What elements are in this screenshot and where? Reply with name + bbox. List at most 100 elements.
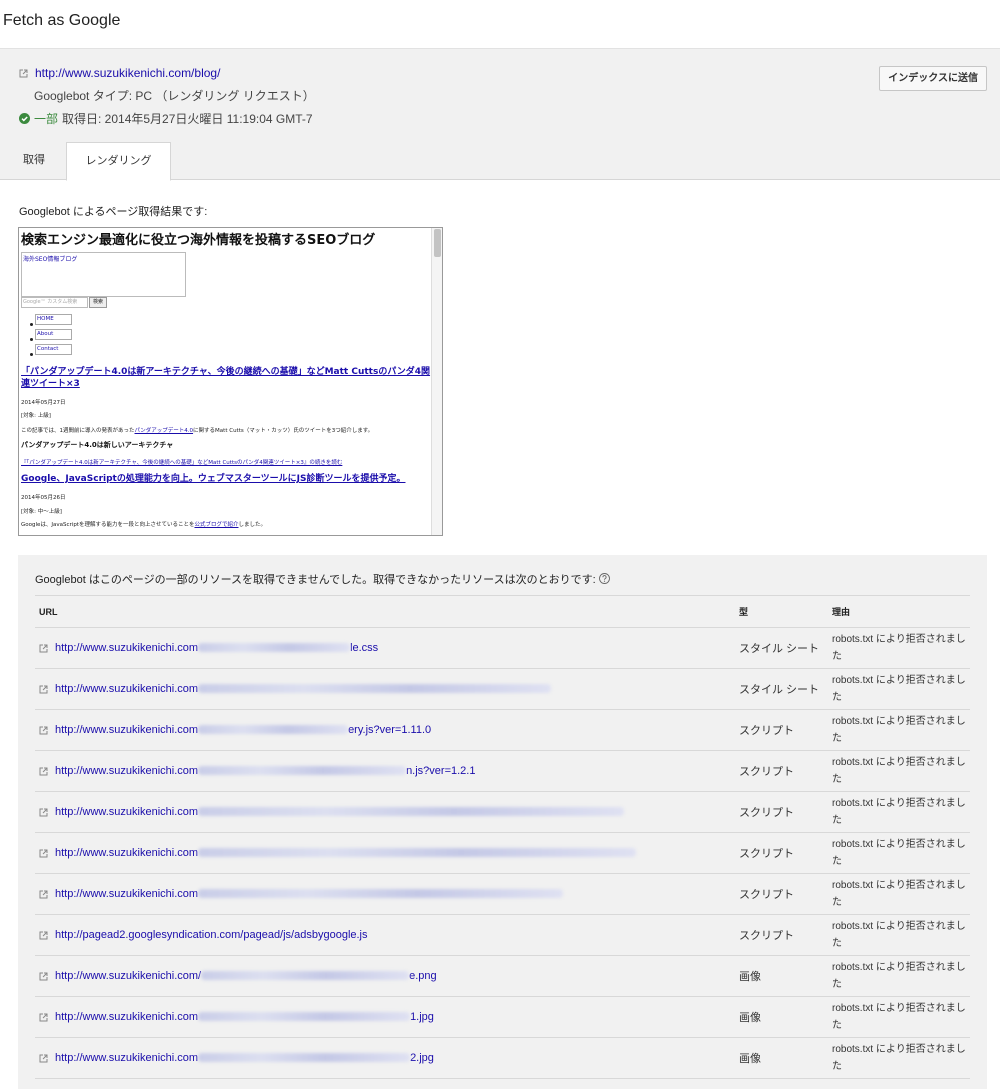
redacted-url-segment — [198, 807, 625, 816]
resource-url-suffix: ery.js?ver=1.11.0 — [348, 724, 432, 736]
fetched-url-link[interactable]: http://www.suzukikenichi.com/blog/ — [35, 66, 220, 80]
resource-url-link[interactable]: http://www.suzukikenichi.com ery.js?ver=1… — [55, 724, 431, 736]
resource-url-prefix: http://www.suzukikenichi.com — [55, 847, 199, 859]
redacted-url-segment — [198, 1053, 411, 1062]
resource-url-prefix: http://pagead2.googlesyndication.com/pag… — [55, 929, 368, 941]
resource-reason-cell: robots.txt により拒否されました — [832, 709, 970, 751]
preview-bullet — [30, 353, 33, 356]
preview-post-title: Google、JavaScriptの処理能力を向上。ウェブマスターツールにJS診… — [21, 474, 406, 484]
page-title: Fetch as Google — [3, 12, 121, 29]
resource-reason-cell: robots.txt により拒否されました — [832, 750, 970, 792]
column-header-url: URL — [35, 595, 739, 628]
external-link-icon[interactable] — [39, 931, 48, 940]
resource-url-prefix: http://www.suzukikenichi.com — [55, 888, 199, 900]
fetch-summary-panel: http://www.suzukikenichi.com/blog/ Googl… — [0, 48, 1000, 181]
fetch-date: 取得日: 2014年5月27日火曜日 11:19:04 GMT-7 — [62, 112, 313, 126]
resource-reason-cell: robots.txt により拒否されました — [832, 996, 970, 1038]
resource-reason-cell: robots.txt により拒否されました — [832, 791, 970, 833]
external-link-icon[interactable] — [39, 644, 48, 653]
preview-nav-item: About — [35, 329, 72, 340]
resource-url-link[interactable]: http://www.suzukikenichi.com/e.png — [55, 970, 437, 982]
table-row: http://www.suzukikenichi.com 1.jpg 画像 robot… — [35, 996, 970, 1038]
resource-url-prefix: http://www.suzukikenichi.com — [55, 806, 199, 818]
external-link-icon[interactable] — [39, 726, 48, 735]
external-link-icon[interactable] — [39, 808, 48, 817]
preview-body-link: 公式ブログで紹介 — [194, 522, 239, 528]
preview-nav-item: Contact — [35, 344, 72, 355]
external-link-icon[interactable] — [39, 685, 48, 694]
resource-type-cell: スクリプト — [739, 750, 832, 792]
resource-type-cell: スクリプト — [739, 914, 832, 956]
resource-url-cell: http://www.suzukikenichi.com/e.png — [35, 955, 739, 997]
resource-url-cell: http://www.suzukikenichi.com — [35, 668, 739, 710]
preview-read-more: 『「パンダアップデート4.0は新アーキテクチャ、今後の継続への基礎」などMatt… — [21, 460, 343, 466]
preview-post-date: 2014年05月26日 — [21, 495, 66, 501]
resource-url-cell: http://www.suzukikenichi.com 1.jpg — [35, 996, 739, 1038]
external-link-icon[interactable] — [39, 890, 48, 899]
resource-url-link[interactable]: http://www.suzukikenichi.com — [55, 806, 625, 818]
redacted-url-segment — [198, 725, 349, 734]
resource-url-link[interactable]: http://www.suzukikenichi.com le.css — [55, 642, 378, 654]
help-circle-icon[interactable] — [598, 573, 610, 584]
resource-url-link[interactable]: http://www.suzukikenichi.com — [55, 888, 564, 900]
preview-scroll-thumb[interactable] — [434, 229, 441, 257]
fetch-status: 一部 取得日: 2014年5月27日火曜日 11:19:04 GMT-7 — [19, 110, 313, 127]
preview-post-body: この記事では、1週間前に導入の発表があったパンダアップデート4.0に関するMat… — [21, 426, 373, 434]
resource-type-cell: 画像 — [739, 996, 832, 1038]
preview-body-text: Googleは、JavaScriptを理解する能力を一段と向上させていることを — [21, 522, 195, 528]
submit-to-index-button[interactable]: インデックスに送信 — [879, 66, 987, 91]
resource-url-cell: http://www.suzukikenichi.com n.js?ver=1.2… — [35, 750, 739, 792]
rendered-page-preview: 検索エンジン最適化に役立つ海外情報を投稿するSEOブログ 海外SEO情報ブログ … — [18, 227, 443, 536]
preview-post-body: Googleは、JavaScriptを理解する能力を一段と向上させていることを公… — [21, 520, 266, 528]
external-link-icon[interactable] — [39, 849, 48, 858]
resource-reason-cell: robots.txt により拒否されました — [832, 955, 970, 997]
table-row: http://pagead2.googlesyndication.com/pag… — [35, 914, 970, 956]
preview-body-text: しました。 — [238, 522, 266, 528]
preview-banner-text: 海外SEO情報ブログ — [23, 256, 78, 263]
resource-type-cell: スクリプト — [739, 832, 832, 874]
table-row: http://www.suzukikenichi.com スクリプト robots.… — [35, 873, 970, 915]
resource-url-cell: http://pagead2.googlesyndication.com/pag… — [35, 914, 739, 956]
resource-url-suffix: le.css — [350, 642, 379, 654]
table-row: http://www.suzukikenichi.com le.css スタイル シ… — [35, 627, 970, 669]
blocked-resources-table: URL 型 理由 http://www.suzukikenichi.com le.… — [35, 595, 970, 1079]
resource-url-link[interactable]: http://www.suzukikenichi.com — [55, 847, 637, 859]
resource-url-link[interactable]: http://pagead2.googlesyndication.com/pag… — [55, 929, 368, 941]
resource-url-suffix: 2.jpg — [410, 1052, 434, 1064]
resource-url-link[interactable]: http://www.suzukikenichi.com n.js?ver=1.2… — [55, 765, 475, 777]
resource-url-prefix: http://www.suzukikenichi.com — [55, 642, 199, 654]
external-link-icon[interactable] — [19, 69, 28, 78]
external-link-icon[interactable] — [39, 972, 48, 981]
resource-url-prefix: http://www.suzukikenichi.com — [55, 1052, 199, 1064]
redacted-url-segment — [198, 889, 564, 898]
external-link-icon[interactable] — [39, 1013, 48, 1022]
fetched-url-row: http://www.suzukikenichi.com/blog/ — [19, 66, 220, 80]
check-circle-icon — [19, 113, 30, 124]
googlebot-type: Googlebot タイプ: PC （レンダリング リクエスト） — [34, 89, 315, 103]
resource-url-link[interactable]: http://www.suzukikenichi.com 2.jpg — [55, 1052, 434, 1064]
preview-site-heading: 検索エンジン最適化に役立つ海外情報を投稿するSEOブログ — [21, 233, 376, 248]
tab-fetch[interactable]: 取得 — [23, 142, 45, 179]
resource-url-link[interactable]: http://www.suzukikenichi.com — [55, 683, 552, 695]
preview-scrollbar[interactable] — [431, 228, 442, 535]
external-link-icon[interactable] — [39, 767, 48, 776]
resource-type-cell: スクリプト — [739, 873, 832, 915]
resource-reason-cell: robots.txt により拒否されました — [832, 627, 970, 669]
resource-url-link[interactable]: http://www.suzukikenichi.com 1.jpg — [55, 1011, 434, 1023]
column-header-reason: 理由 — [832, 595, 970, 628]
resource-type-cell: スクリプト — [739, 709, 832, 751]
resource-reason-cell: robots.txt により拒否されました — [832, 914, 970, 956]
resource-url-prefix: http://www.suzukikenichi.com — [55, 1011, 199, 1023]
table-row: http://www.suzukikenichi.com スクリプト robots.… — [35, 791, 970, 833]
redacted-url-segment — [198, 684, 552, 693]
resource-url-prefix: http://www.suzukikenichi.com — [55, 765, 199, 777]
resource-url-cell: http://www.suzukikenichi.com — [35, 791, 739, 833]
resource-url-cell: http://www.suzukikenichi.com — [35, 873, 739, 915]
resource-reason-cell: robots.txt により拒否されました — [832, 873, 970, 915]
preview-search-input: Google™ カスタム検索 — [21, 297, 88, 308]
tab-rendering[interactable]: レンダリング — [66, 142, 171, 181]
resource-type-cell: 画像 — [739, 955, 832, 997]
preview-body-link: パンダアップデート4.0 — [134, 428, 194, 434]
status-badge: 一部 — [34, 112, 59, 126]
external-link-icon[interactable] — [39, 1054, 48, 1063]
